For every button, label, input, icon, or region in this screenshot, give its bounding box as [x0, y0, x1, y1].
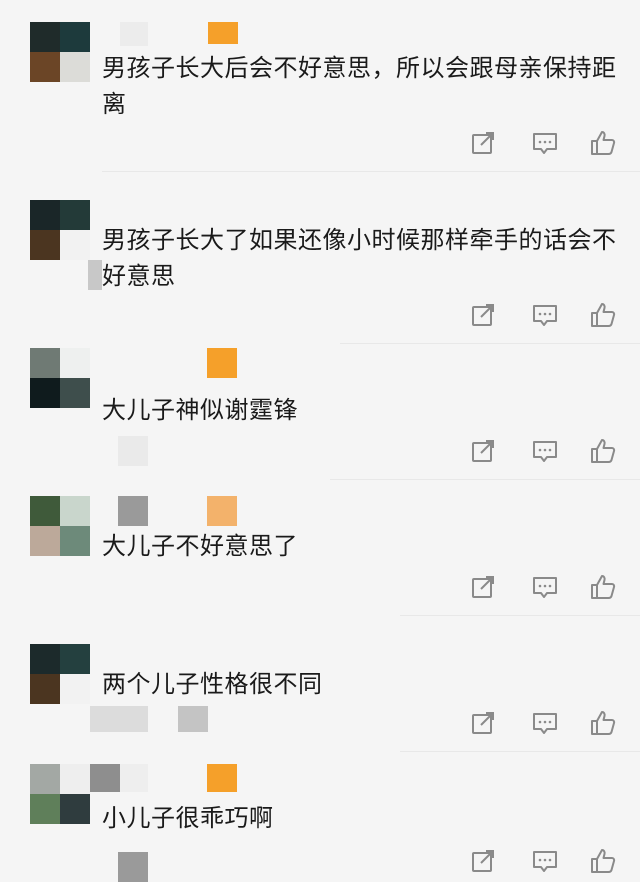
- comment-item: 男孩子长大了如果还像小时候那样牵手的话会不好意思: [0, 172, 640, 344]
- comment-icon[interactable]: [530, 436, 560, 466]
- thumbs-up-icon[interactable]: [588, 436, 618, 466]
- blur-mark: [178, 706, 208, 732]
- share-icon[interactable]: [468, 128, 498, 158]
- comment-icon[interactable]: [530, 300, 560, 330]
- comment-icon[interactable]: [530, 708, 560, 738]
- share-icon[interactable]: [468, 436, 498, 466]
- badge-blur: [207, 348, 237, 378]
- comment-item: 大儿子不好意思了: [0, 480, 640, 616]
- comment-item: 男孩子长大后会不好意思，所以会跟母亲保持距离: [0, 0, 640, 172]
- thumbs-up-icon[interactable]: [588, 128, 618, 158]
- badge-blur: [207, 496, 237, 526]
- avatar[interactable]: [30, 496, 90, 556]
- comment-text: 两个儿子性格很不同: [102, 670, 323, 698]
- share-icon[interactable]: [468, 846, 498, 876]
- blur-mark: [88, 260, 102, 290]
- comment-text: 小儿子很乖巧啊: [102, 804, 274, 832]
- username-blur: [120, 22, 148, 46]
- comment-item: 两个儿子性格很不同: [0, 616, 640, 752]
- comment-item: 大儿子神似谢霆锋: [0, 344, 640, 480]
- avatar[interactable]: [30, 764, 90, 824]
- username-blur: [118, 496, 148, 526]
- badge-blur: [208, 22, 238, 44]
- comment-text: 男孩子长大后会不好意思，所以会跟母亲保持距离: [102, 54, 617, 118]
- avatar[interactable]: [30, 348, 90, 408]
- share-icon[interactable]: [468, 572, 498, 602]
- blur-mark: [90, 706, 148, 732]
- share-icon[interactable]: [468, 708, 498, 738]
- comment-item: 小儿子很乖巧啊: [0, 752, 640, 882]
- avatar[interactable]: [30, 200, 90, 260]
- comment-text: 大儿子不好意思了: [102, 532, 298, 560]
- thumbs-up-icon[interactable]: [588, 846, 618, 876]
- badge-blur: [207, 764, 237, 792]
- thumbs-up-icon[interactable]: [588, 572, 618, 602]
- username-blur: [120, 764, 148, 792]
- avatar[interactable]: [30, 644, 90, 704]
- comment-icon[interactable]: [530, 572, 560, 602]
- comment-icon[interactable]: [530, 846, 560, 876]
- blur-mark: [118, 436, 148, 466]
- blur-mark: [118, 852, 148, 882]
- share-icon[interactable]: [468, 300, 498, 330]
- comment-text: 男孩子长大了如果还像小时候那样牵手的话会不好意思: [102, 226, 617, 290]
- thumbs-up-icon[interactable]: [588, 300, 618, 330]
- thumbs-up-icon[interactable]: [588, 708, 618, 738]
- avatar[interactable]: [30, 22, 90, 82]
- username-blur: [90, 764, 120, 792]
- comment-icon[interactable]: [530, 128, 560, 158]
- comment-text: 大儿子神似谢霆锋: [102, 396, 298, 424]
